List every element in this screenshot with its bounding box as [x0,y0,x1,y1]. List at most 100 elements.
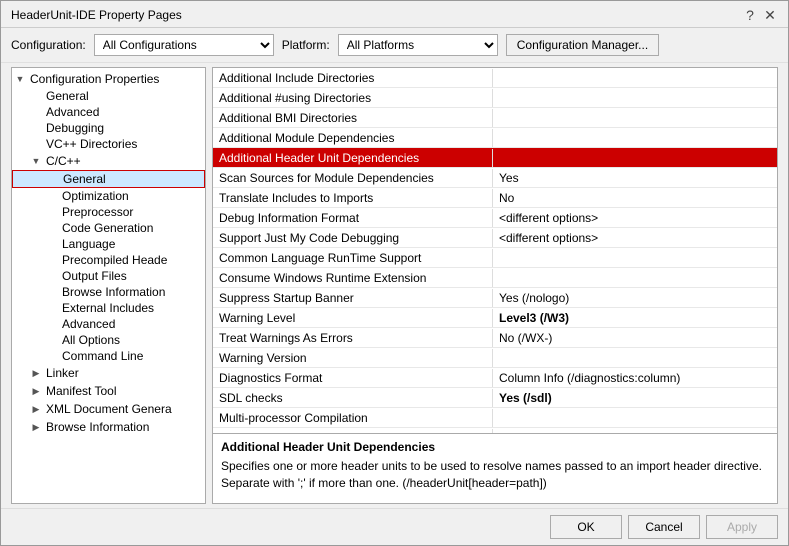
tree-item-vc-dirs[interactable]: VC++ Directories [12,136,205,152]
prop-row-7[interactable]: Debug Information Format<different optio… [213,208,777,228]
tree-item-xml-doc[interactable]: ▶XML Document Genera [12,400,205,418]
config-label: Configuration: [11,38,86,52]
close-button[interactable]: ✕ [762,7,778,23]
prop-value-11: Yes (/nologo) [493,289,777,307]
tree-item-config-props[interactable]: ▼Configuration Properties [12,70,205,88]
tree-item-browse-info-top[interactable]: ▶Browse Information [12,418,205,436]
prop-value-8: <different options> [493,229,777,247]
prop-row-0[interactable]: Additional Include Directories [213,68,777,88]
tree-item-code-gen[interactable]: Code Generation [12,220,205,236]
prop-value-17 [493,416,777,420]
tree-expander-manifest-tool[interactable]: ▶ [28,383,44,399]
config-manager-button[interactable]: Configuration Manager... [506,34,659,56]
tree-label-debugging: Debugging [44,121,104,135]
tree-label-vc-dirs: VC++ Directories [44,137,137,151]
tree-label-output-files: Output Files [60,269,127,283]
main-content: ▼Configuration PropertiesGeneralAdvanced… [1,63,788,508]
tree-item-all-options[interactable]: All Options [12,332,205,348]
platform-select[interactable]: All Platforms [338,34,498,56]
tree-item-command-line[interactable]: Command Line [12,348,205,364]
prop-row-14[interactable]: Warning Version [213,348,777,368]
cancel-button[interactable]: Cancel [628,515,700,539]
prop-value-9 [493,256,777,260]
prop-row-15[interactable]: Diagnostics FormatColumn Info (/diagnost… [213,368,777,388]
prop-name-4: Additional Header Unit Dependencies [213,149,493,167]
title-bar: HeaderUnit-IDE Property Pages ? ✕ [1,1,788,28]
prop-name-13: Treat Warnings As Errors [213,329,493,347]
tree-item-cpp-general[interactable]: General [12,170,205,188]
prop-name-2: Additional BMI Directories [213,109,493,127]
prop-row-6[interactable]: Translate Includes to ImportsNo [213,188,777,208]
prop-row-9[interactable]: Common Language RunTime Support [213,248,777,268]
prop-row-8[interactable]: Support Just My Code Debugging<different… [213,228,777,248]
config-select[interactable]: All Configurations [94,34,274,56]
tree-item-manifest-tool[interactable]: ▶Manifest Tool [12,382,205,400]
prop-row-1[interactable]: Additional #using Directories [213,88,777,108]
tree-label-preprocessor: Preprocessor [60,205,133,219]
prop-row-10[interactable]: Consume Windows Runtime Extension [213,268,777,288]
prop-name-15: Diagnostics Format [213,369,493,387]
tree-expander-xml-doc[interactable]: ▶ [28,401,44,417]
tree-expander-linker[interactable]: ▶ [28,365,44,381]
tree-item-linker[interactable]: ▶Linker [12,364,205,382]
bottom-bar: OK Cancel Apply [1,508,788,545]
prop-row-4[interactable]: Additional Header Unit Dependencies [213,148,777,168]
tree-item-preprocessor[interactable]: Preprocessor [12,204,205,220]
prop-row-3[interactable]: Additional Module Dependencies [213,128,777,148]
tree-label-config-props: Configuration Properties [28,72,159,86]
tree-item-general[interactable]: General [12,88,205,104]
tree-expander-cpp[interactable]: ▼ [28,153,44,169]
prop-row-5[interactable]: Scan Sources for Module DependenciesYes [213,168,777,188]
tree-item-advanced[interactable]: Advanced [12,104,205,120]
prop-value-4 [493,156,777,160]
prop-row-13[interactable]: Treat Warnings As ErrorsNo (/WX-) [213,328,777,348]
prop-name-3: Additional Module Dependencies [213,129,493,147]
prop-value-7: <different options> [493,209,777,227]
tree-item-precompiled[interactable]: Precompiled Heade [12,252,205,268]
tree-label-general: General [44,89,89,103]
tree-item-debugging[interactable]: Debugging [12,120,205,136]
prop-value-6: No [493,189,777,207]
prop-name-10: Consume Windows Runtime Extension [213,269,493,287]
tree-item-output-files[interactable]: Output Files [12,268,205,284]
tree-item-optimization[interactable]: Optimization [12,188,205,204]
prop-value-1 [493,96,777,100]
prop-name-16: SDL checks [213,389,493,407]
prop-row-12[interactable]: Warning LevelLevel3 (/W3) [213,308,777,328]
prop-value-10 [493,276,777,280]
apply-button[interactable]: Apply [706,515,778,539]
description-text: Specifies one or more header units to be… [221,458,769,492]
prop-name-6: Translate Includes to Imports [213,189,493,207]
tree-item-ext-includes[interactable]: External Includes [12,300,205,316]
property-list[interactable]: Additional Include Directories Additional… [213,68,777,433]
tree-label-xml-doc: XML Document Genera [44,402,172,416]
prop-name-14: Warning Version [213,349,493,367]
ok-button[interactable]: OK [550,515,622,539]
tree-item-browse-info[interactable]: Browse Information [12,284,205,300]
description-title: Additional Header Unit Dependencies [221,440,769,454]
tree-label-optimization: Optimization [60,189,129,203]
tree-expander-config-props[interactable]: ▼ [12,71,28,87]
tree-item-language[interactable]: Language [12,236,205,252]
tree-label-advanced: Advanced [44,105,99,119]
tree-label-precompiled: Precompiled Heade [60,253,167,267]
help-button[interactable]: ? [742,7,758,23]
prop-value-16: Yes (/sdl) [493,389,777,407]
tree-item-cpp-advanced[interactable]: Advanced [12,316,205,332]
title-bar-controls: ? ✕ [742,7,778,23]
prop-value-14 [493,356,777,360]
prop-name-0: Additional Include Directories [213,69,493,87]
tree-expander-browse-info-top[interactable]: ▶ [28,419,44,435]
tree-label-cpp-advanced: Advanced [60,317,115,331]
tree-label-all-options: All Options [60,333,120,347]
platform-label: Platform: [282,38,330,52]
prop-value-0 [493,76,777,80]
tree-item-cpp[interactable]: ▼C/C++ [12,152,205,170]
prop-row-2[interactable]: Additional BMI Directories [213,108,777,128]
prop-name-1: Additional #using Directories [213,89,493,107]
prop-value-2 [493,116,777,120]
tree-label-cpp: C/C++ [44,154,81,168]
prop-row-11[interactable]: Suppress Startup BannerYes (/nologo) [213,288,777,308]
prop-row-16[interactable]: SDL checksYes (/sdl) [213,388,777,408]
prop-row-17[interactable]: Multi-processor Compilation [213,408,777,428]
